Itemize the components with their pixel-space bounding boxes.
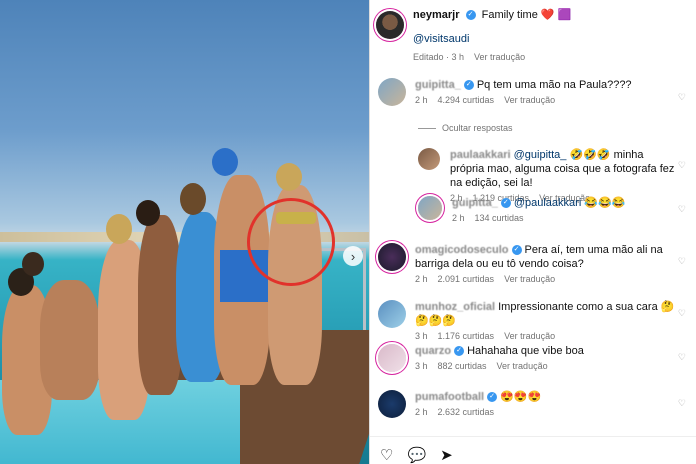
avatar[interactable] [418, 196, 442, 220]
comment-time: 2 h [415, 407, 428, 417]
avatar[interactable] [418, 148, 440, 170]
avatar[interactable] [378, 78, 406, 106]
avatar[interactable] [378, 300, 406, 328]
hide-replies-line [418, 127, 436, 129]
mention-link[interactable]: @guipitta_ [514, 149, 567, 161]
comments-panel: neymarjr ✓ Family time ❤️ 🟪 @visitsaudi … [370, 0, 696, 464]
comment-likes[interactable]: 2.632 curtidas [438, 407, 495, 417]
share-icon[interactable]: ➤ [440, 446, 453, 464]
comment-time: 3 h [415, 361, 428, 371]
translate-link[interactable]: Ver tradução [474, 52, 525, 62]
heart-icon[interactable]: ♡ [678, 160, 686, 171]
verified-icon: ✓ [511, 245, 522, 256]
verified-icon: ✓ [500, 198, 511, 209]
comment-time: 2 h [415, 274, 428, 284]
comment-time: 2 h [452, 213, 465, 223]
caption: Family time [481, 9, 538, 21]
verified-icon: ✓ [465, 10, 476, 21]
heart-icon[interactable]: ♡ [380, 446, 393, 464]
heart-icon[interactable]: ♡ [678, 352, 686, 363]
heart-icon[interactable]: ♡ [678, 204, 686, 215]
translate-link[interactable]: Ver tradução [497, 361, 548, 371]
comment-icon[interactable]: 💬 [407, 446, 426, 464]
comment-likes[interactable]: 1.176 curtidas [438, 331, 495, 341]
translate-link[interactable]: Ver tradução [504, 274, 555, 284]
edited-time: Editado · 3 h [413, 52, 465, 62]
comment: omagicodoseculo ✓ Pera aí, tem uma mão ali… [378, 243, 680, 284]
comment-username[interactable]: munhoz_oficial [415, 301, 495, 313]
avatar[interactable] [376, 11, 404, 39]
person-head [180, 183, 206, 215]
comment-username[interactable]: omagicodoseculo [415, 244, 509, 256]
translate-link[interactable]: Ver tradução [504, 95, 555, 105]
comment-username[interactable]: paulaakkari [450, 149, 511, 161]
username[interactable]: neymarjr [413, 9, 459, 21]
heart-icon[interactable]: ♡ [678, 398, 686, 409]
chevron-right-icon[interactable]: › [343, 246, 363, 266]
post-header: neymarjr ✓ Family time ❤️ 🟪 @visitsaudi … [376, 8, 571, 62]
comment-text: Pq tem uma mão na Paula???? [476, 79, 632, 91]
comment-text: 😍😍😍 [500, 391, 542, 403]
comment-username[interactable]: pumafootball [415, 391, 484, 403]
comment-likes[interactable]: 4.294 curtidas [438, 95, 495, 105]
comment-likes[interactable]: 882 curtidas [438, 361, 487, 371]
reply: paulaakkari @guipitta_ 🤣🤣🤣 minha própria… [418, 148, 680, 203]
comment: guipitta_ ✓ Pq tem uma mão na Paula???? 2 … [378, 78, 675, 106]
comment-text: 😂😂😂 [584, 197, 626, 209]
reply: guipitta_ ✓ @paulaakkari 😂😂😂 2 h 134 curtid… [418, 196, 682, 223]
comment: pumafootball ✓ 😍😍😍 2 h 2.632 curtidas [378, 390, 680, 418]
hide-replies-button[interactable]: Ocultar respostas [418, 123, 513, 133]
hide-replies-label: Ocultar respostas [442, 123, 513, 133]
comment-time: 2 h [415, 95, 428, 105]
person-head [22, 252, 44, 276]
comment-username[interactable]: guipitta_ [452, 197, 498, 209]
comment-username[interactable]: guipitta_ [415, 79, 461, 91]
avatar[interactable] [378, 344, 406, 372]
translate-link[interactable]: Ver tradução [504, 331, 555, 341]
person-head [106, 214, 132, 244]
highlight-circle [247, 198, 335, 286]
comment: quarzo ✓ Hahahaha que vibe boa 3 h 882 curt… [378, 344, 680, 372]
caption-emojis: ❤️ 🟪 [540, 9, 572, 21]
person-head [212, 148, 238, 176]
heart-icon[interactable]: ♡ [678, 256, 686, 267]
person [40, 280, 100, 400]
avatar[interactable] [378, 390, 406, 418]
person-head [276, 163, 302, 191]
comment: munhoz_oficial Impressionante como a sua… [378, 300, 680, 341]
mention-link[interactable]: @paulaakkari [514, 197, 581, 209]
comment-likes[interactable]: 134 curtidas [475, 213, 524, 223]
verified-icon: ✓ [487, 392, 498, 403]
heart-icon[interactable]: ♡ [678, 308, 686, 319]
verified-icon: ✓ [463, 80, 474, 91]
actions-divider [370, 436, 696, 437]
comment-time: 3 h [415, 331, 428, 341]
post-photo: › [0, 0, 369, 464]
action-bar: ♡ 💬 ➤ [380, 446, 453, 464]
comment-likes[interactable]: 2.091 curtidas [438, 274, 495, 284]
avatar[interactable] [378, 243, 406, 271]
mention-link[interactable]: @visitsaudi [413, 32, 571, 46]
comment-text: Hahahaha que vibe boa [467, 345, 584, 357]
heart-icon[interactable]: ♡ [678, 92, 686, 103]
verified-icon: ✓ [454, 346, 465, 357]
person-head [136, 200, 160, 226]
comment-username[interactable]: quarzo [415, 345, 451, 357]
